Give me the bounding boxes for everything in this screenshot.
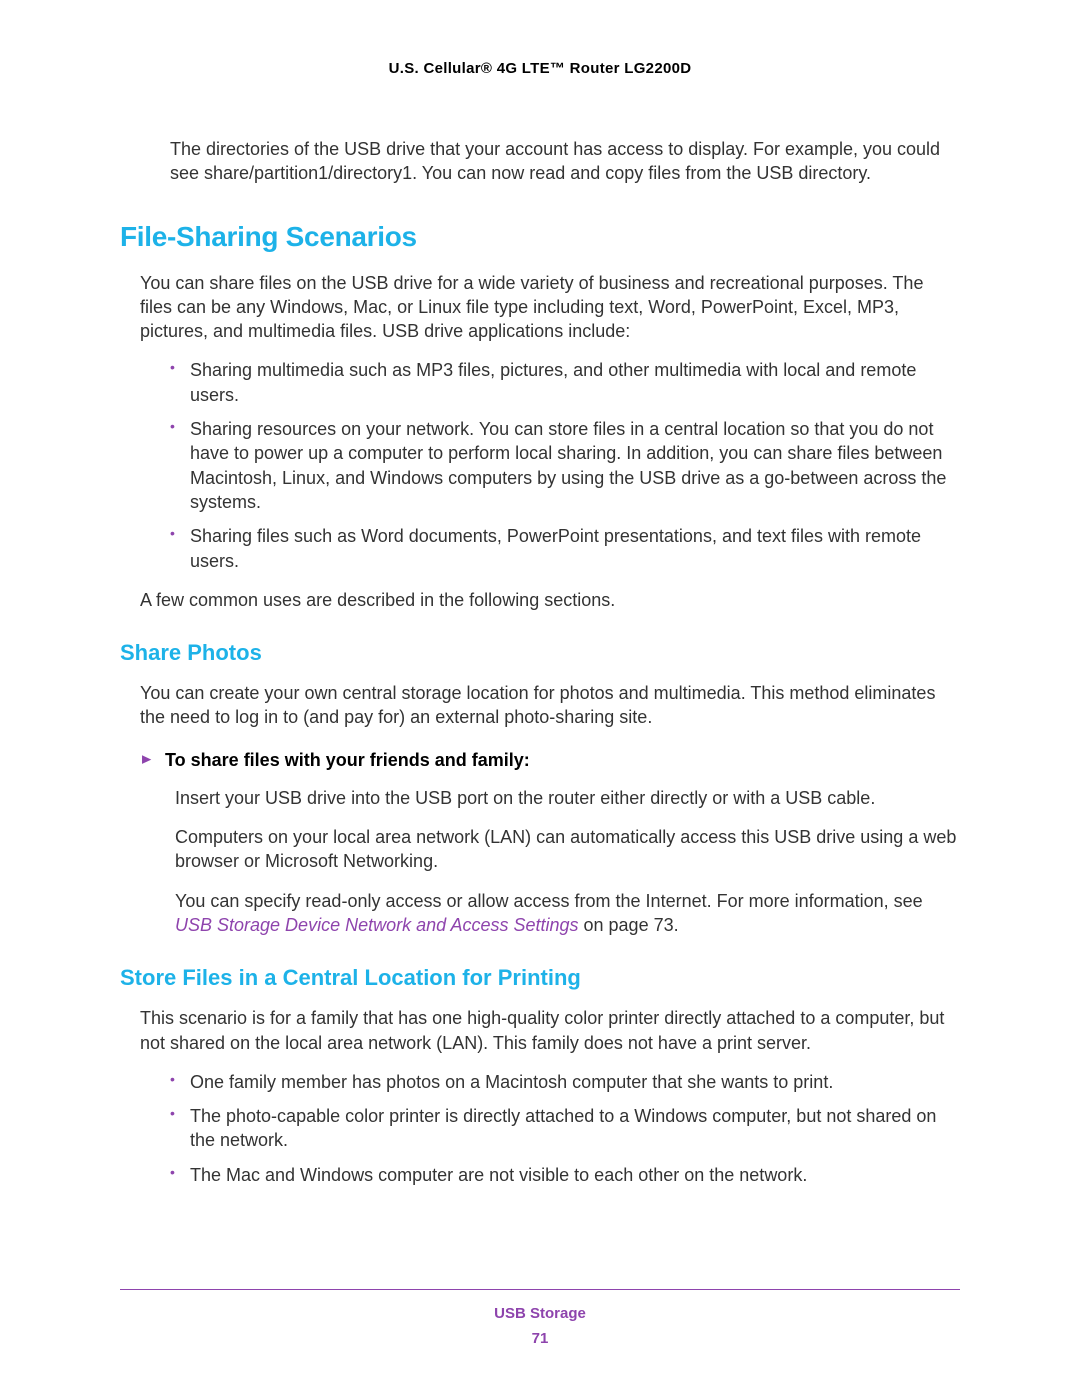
list-item: One family member has photos on a Macint… [170,1070,960,1094]
section3-bullets: One family member has photos on a Macint… [170,1070,960,1187]
footer-section-name: USB Storage [120,1305,960,1322]
page-footer: USB Storage 71 [120,1289,960,1347]
heading-file-sharing-scenarios: File-Sharing Scenarios [120,221,960,253]
step3-text-before: You can specify read-only access or allo… [175,891,923,911]
page-content: U.S. Cellular® 4G LTE™ Router LG2200D Th… [0,0,1080,1397]
list-item: Sharing resources on your network. You c… [170,417,960,514]
section2-para1: You can create your own central storage … [140,681,960,730]
procedure-step3: You can specify read-only access or allo… [175,889,960,938]
section1-bullets: Sharing multimedia such as MP3 files, pi… [170,358,960,572]
list-item: The Mac and Windows computer are not vis… [170,1163,960,1187]
section1-para2: A few common uses are described in the f… [140,588,960,612]
heading-store-files-central: Store Files in a Central Location for Pr… [120,965,960,991]
procedure-step1: Insert your USB drive into the USB port … [175,786,960,810]
section1-para1: You can share files on the USB drive for… [140,271,960,344]
section3-para1: This scenario is for a family that has o… [140,1006,960,1055]
step3-text-after: on page 73. [579,915,679,935]
list-item: Sharing multimedia such as MP3 files, pi… [170,358,960,407]
procedure-step2: Computers on your local area network (LA… [175,825,960,874]
heading-share-photos: Share Photos [120,640,960,666]
footer-divider [120,1289,960,1290]
document-header: U.S. Cellular® 4G LTE™ Router LG2200D [120,60,960,77]
cross-reference-link[interactable]: USB Storage Device Network and Access Se… [175,915,579,935]
list-item: Sharing files such as Word documents, Po… [170,524,960,573]
footer-page-number: 71 [120,1330,960,1347]
procedure-title: To share files with your friends and fam… [140,750,960,771]
list-item: The photo-capable color printer is direc… [170,1104,960,1153]
intro-paragraph: The directories of the USB drive that yo… [170,137,960,186]
